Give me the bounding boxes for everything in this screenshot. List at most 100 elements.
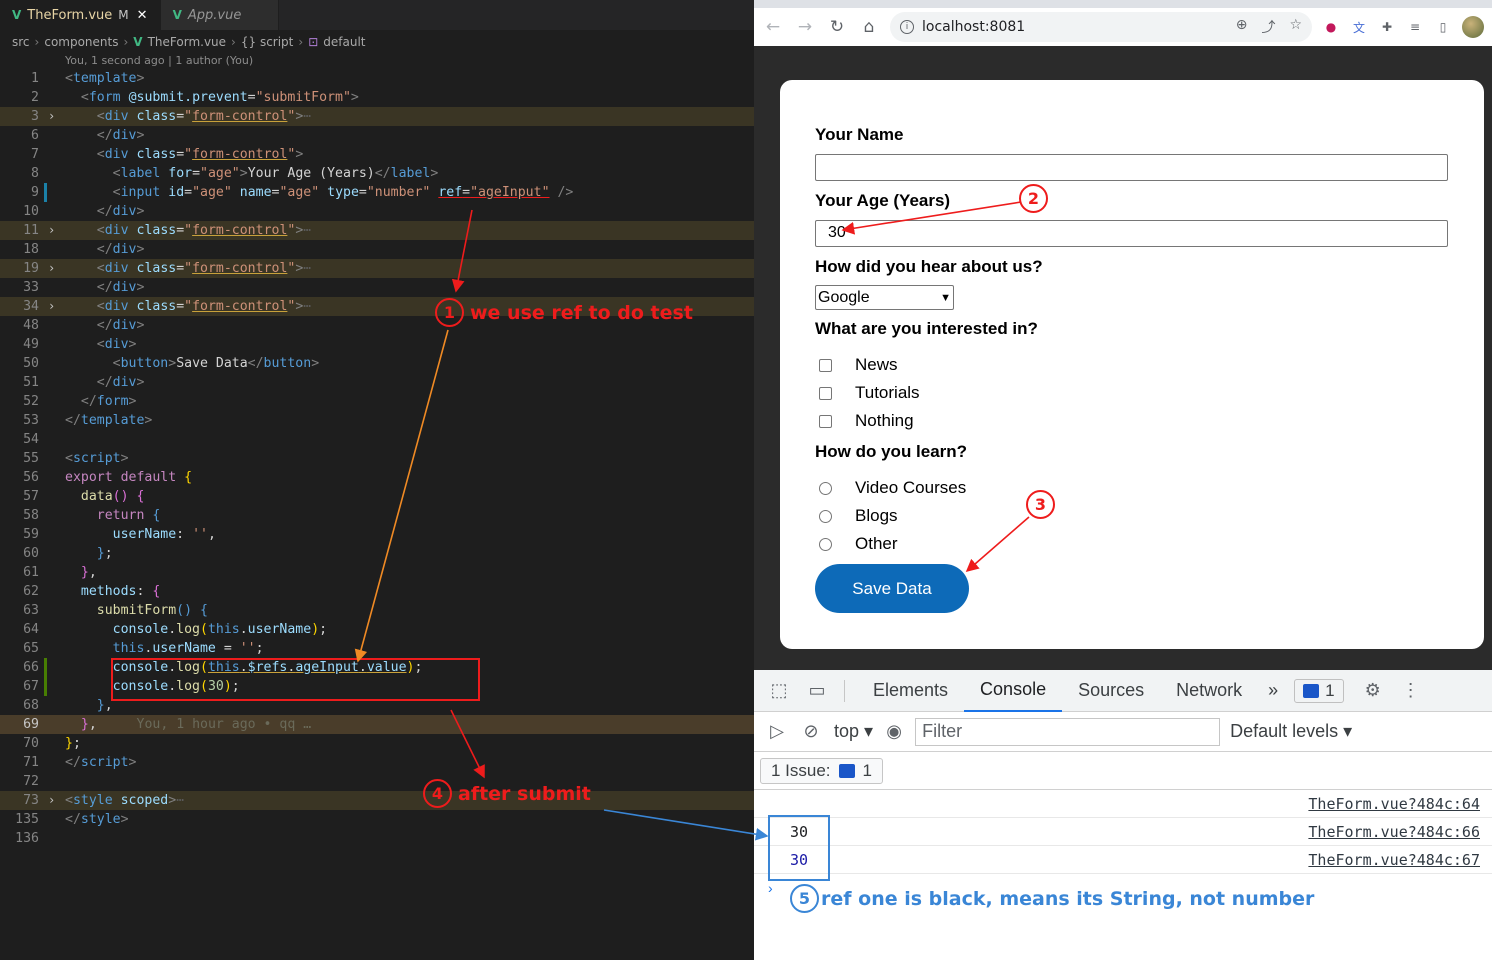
chevron-right-icon[interactable]: › — [48, 297, 55, 316]
inspect-icon[interactable]: ⬚ — [768, 680, 790, 702]
clear-console-icon[interactable]: ⊘ — [800, 721, 822, 743]
gear-icon[interactable]: ⚙ — [1362, 680, 1384, 702]
annotation-4: 4 after submit — [423, 779, 591, 808]
code-line: 64 console.log(this.userName); — [23, 622, 328, 637]
sidebar-toggle-icon[interactable]: ▷ — [766, 721, 788, 743]
option-label: Nothing — [855, 411, 914, 430]
code-line: 10 </div> — [23, 204, 145, 219]
tab-console[interactable]: Console — [964, 670, 1063, 712]
forward-icon[interactable]: → — [794, 17, 816, 37]
device-toggle-icon[interactable]: ▭ — [806, 680, 828, 702]
tab-elements[interactable]: Elements — [857, 670, 964, 712]
name-field[interactable] — [815, 154, 1448, 181]
chevron-right-icon[interactable]: › — [48, 107, 55, 126]
editor-tab-bar: V TheForm.vue M ✕ V App.vue — [0, 0, 754, 30]
codelens-blame[interactable]: You, 1 second ago | 1 author (You) — [65, 54, 253, 67]
issues-badge[interactable]: 1 — [1294, 678, 1344, 703]
eye-icon[interactable]: ◉ — [883, 721, 905, 743]
learn-label: How do you learn? — [815, 442, 968, 461]
referrer-select[interactable]: Google ▼ — [815, 285, 954, 310]
breadcrumb-item[interactable]: src — [12, 35, 30, 49]
code-line: 11 › <div class="form-control">⋯ — [0, 221, 754, 240]
translate-icon[interactable]: 文 — [1350, 18, 1368, 36]
learn-option[interactable]: Other — [819, 534, 898, 554]
age-field[interactable]: 30 — [815, 220, 1448, 247]
highlight-box — [111, 658, 480, 701]
star-icon[interactable]: ☆ — [1289, 17, 1302, 37]
tab-app[interactable]: V App.vue — [160, 0, 279, 30]
learn-option[interactable]: Blogs — [819, 506, 898, 526]
issues-label: 1 Issue: — [771, 760, 831, 780]
save-button[interactable]: Save Data — [815, 564, 969, 613]
zoom-icon[interactable]: ⊕ — [1236, 17, 1248, 37]
code-line: 58 return { — [23, 508, 161, 523]
source-link[interactable]: TheForm.vue?484c:64 — [1308, 795, 1480, 813]
levels-select[interactable]: Default levels ▾ — [1230, 721, 1352, 742]
option-label: Other — [855, 534, 898, 553]
breadcrumb-item[interactable]: components — [44, 35, 118, 49]
source-link[interactable]: TheForm.vue?484c:67 — [1308, 851, 1480, 869]
code-line: 69 }, You, 1 hour ago • qq … — [0, 715, 754, 734]
console-toolbar: ▷ ⊘ top ▾ ◉ Filter Default levels ▾ — [754, 712, 1492, 752]
checkbox[interactable] — [819, 386, 832, 400]
learn-option[interactable]: Video Courses — [819, 478, 966, 498]
annotation-2: 2 — [1019, 184, 1048, 213]
code-area[interactable]: 1 <template> 2 <form @submit.prevent="sub… — [0, 69, 754, 848]
reload-icon[interactable]: ↻ — [826, 17, 848, 37]
annotation-number: 2 — [1019, 184, 1048, 213]
extension-icon[interactable]: ● — [1322, 18, 1340, 36]
option-label: News — [855, 355, 898, 374]
checkbox[interactable] — [819, 414, 832, 428]
chevron-right-icon: › — [123, 35, 129, 49]
interest-label: What are you interested in? — [815, 319, 1038, 338]
code-line: 61 }, — [23, 565, 97, 580]
console-row: TheForm.vue?484c:64 — [754, 790, 1492, 818]
symbol-icon: ⊡ — [308, 35, 319, 49]
radio[interactable] — [819, 509, 832, 523]
close-icon[interactable]: ✕ — [137, 8, 148, 23]
avatar[interactable] — [1462, 16, 1484, 38]
address-bar[interactable]: i localhost:8081 ⊕ ⤴ ☆ — [890, 12, 1312, 42]
chevron-right-icon[interactable]: › — [48, 259, 55, 278]
option-label: Tutorials — [855, 383, 920, 402]
console-prompt-icon[interactable]: › — [768, 880, 773, 896]
code-line: 65 this.userName = ''; — [23, 641, 264, 656]
radio[interactable] — [819, 481, 832, 495]
modified-indicator: M — [118, 8, 129, 22]
url-text: localhost:8081 — [922, 19, 1026, 35]
breadcrumb-item[interactable]: TheForm.vue — [148, 35, 226, 49]
puzzle-icon[interactable]: ✚ — [1378, 18, 1396, 36]
chevron-right-icon[interactable]: › — [48, 221, 55, 240]
code-line: 3 › <div class="form-control">⋯ — [0, 107, 754, 126]
back-icon[interactable]: ← — [762, 17, 784, 37]
interest-option[interactable]: Tutorials — [819, 383, 920, 403]
info-icon[interactable]: i — [900, 20, 914, 34]
name-label: Your Name — [815, 125, 904, 144]
tab-network[interactable]: Network — [1160, 670, 1258, 712]
devtools-panel: ⬚ ▭ Elements Console Sources Network » 1… — [754, 670, 1492, 960]
interest-option[interactable]: News — [819, 355, 898, 375]
breadcrumb-item[interactable]: {} script — [241, 35, 294, 49]
radio[interactable] — [819, 537, 832, 551]
chevron-right-icon[interactable]: › — [48, 791, 55, 810]
home-icon[interactable]: ⌂ — [858, 17, 880, 37]
breadcrumb-item[interactable]: default — [323, 35, 365, 49]
playlist-icon[interactable]: ≡ — [1406, 18, 1424, 36]
kebab-menu-icon[interactable]: ⋮ — [1400, 680, 1422, 702]
interest-option[interactable]: Nothing — [819, 411, 914, 431]
filter-input[interactable]: Filter — [915, 717, 1221, 746]
issues-chip[interactable]: 1 Issue: 1 — [760, 757, 884, 784]
source-link[interactable]: TheForm.vue?484c:66 — [1308, 823, 1480, 841]
code-line: 136 — [15, 831, 39, 846]
share-icon[interactable]: ⤴ — [1261, 17, 1275, 37]
more-tabs-icon[interactable]: » — [1258, 670, 1288, 712]
tab-theform[interactable]: V TheForm.vue M ✕ — [0, 0, 161, 30]
browser-toolbar: ← → ↻ ⌂ i localhost:8081 ⊕ ⤴ ☆ ● 文 ✚ ≡ ▯ — [754, 0, 1492, 46]
code-line: 56 export default { — [23, 470, 193, 485]
code-line: 62 methods: { — [23, 584, 161, 599]
sidepanel-icon[interactable]: ▯ — [1434, 18, 1452, 36]
annotation-text: we use ref to do test — [470, 301, 693, 324]
tab-sources[interactable]: Sources — [1062, 670, 1160, 712]
context-select[interactable]: top ▾ — [834, 721, 873, 742]
checkbox[interactable] — [819, 358, 832, 372]
